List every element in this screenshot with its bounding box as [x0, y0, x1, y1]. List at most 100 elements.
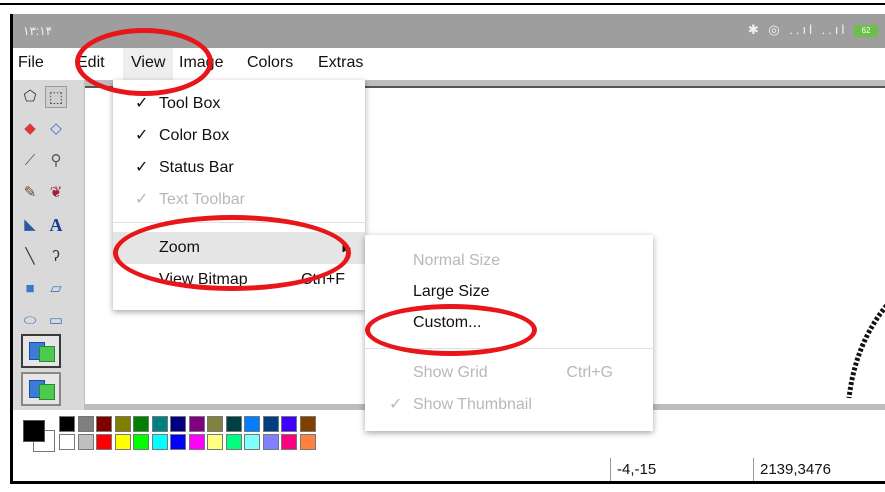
menu-item-label: Color Box [159, 127, 230, 144]
menu-item-text-toolbar: ✓ Text Toolbar [113, 184, 365, 216]
menu-item-label: Status Bar [159, 159, 234, 176]
rect-select-icon[interactable]: ⬚ [45, 86, 67, 108]
palette-swatch[interactable] [114, 416, 131, 432]
palette-swatch[interactable] [133, 416, 149, 432]
menu-item-shortcut: Ctrl+F [301, 271, 345, 288]
palette-swatch[interactable] [225, 434, 242, 450]
menu-item-label: Zoom [159, 239, 200, 256]
magnifier-icon[interactable]: ⚲ [45, 150, 67, 172]
menu-item-show-grid: Show Grid Ctrl+G [365, 357, 653, 389]
color-picker-icon[interactable]: ⟋ [19, 150, 41, 172]
palette-swatch[interactable] [96, 434, 112, 450]
menu-divider [365, 348, 653, 349]
palette-swatch[interactable] [59, 434, 75, 450]
text-icon[interactable]: A [45, 214, 67, 236]
check-icon: ✓ [135, 159, 149, 176]
menu-item-show-thumbnail: ✓ Show Thumbnail [365, 389, 653, 421]
menu-item-large-size[interactable]: Large Size [365, 276, 653, 308]
menu-item-tool-box[interactable]: ✓ Tool Box [113, 88, 365, 120]
menu-view[interactable]: View [123, 48, 174, 80]
palette-swatch[interactable] [299, 434, 316, 450]
tool-box: ⬠ ⬚ ◆ ◇ ⟋ ⚲ ✎ ❦ ◣ A ╲ ʔ ■ ▱ ⬭ ▭ [13, 80, 85, 410]
palette-swatch[interactable] [281, 416, 297, 432]
pencil-icon[interactable]: ✎ [19, 182, 41, 204]
menu-item-color-box[interactable]: ✓ Color Box [113, 120, 365, 152]
palette-swatch[interactable] [188, 434, 205, 450]
palette-swatch[interactable] [225, 416, 242, 432]
battery-icon: 62 [854, 24, 878, 37]
palette-swatch[interactable] [262, 416, 279, 432]
brush-icon[interactable]: ❦ [45, 182, 67, 204]
menu-item-view-bitmap[interactable]: View Bitmap Ctrl+F [113, 264, 365, 296]
zoom-submenu: Normal Size Large Size Custom... Show Gr… [365, 235, 653, 431]
menu-divider [113, 222, 365, 223]
cursor-position: -4,-15 [610, 458, 656, 481]
menu-file[interactable]: File [18, 54, 44, 72]
palette-swatch[interactable] [262, 434, 279, 450]
drawing-stroke [846, 303, 885, 399]
menu-extras[interactable]: Extras [318, 54, 363, 72]
menu-item-zoom[interactable]: Zoom ▶ [113, 232, 365, 264]
menu-bar: File Edit View Image Colors Extras [13, 48, 885, 80]
palette-swatch[interactable] [59, 416, 75, 432]
fill-bucket-icon[interactable]: ◇ [45, 118, 67, 140]
menu-item-label: View Bitmap [159, 271, 248, 288]
menu-item-label: Custom... [413, 314, 482, 331]
menu-item-custom[interactable]: Custom... [365, 307, 653, 339]
paint-status-bar: -4,-15 2139,3476 [13, 456, 885, 481]
menu-image[interactable]: Image [179, 54, 223, 72]
rectangle-icon[interactable]: ■ [19, 278, 41, 300]
airbrush-icon[interactable]: ◣ [19, 214, 41, 236]
palette-swatch[interactable] [170, 434, 186, 450]
view-dropdown-menu: ✓ Tool Box ✓ Color Box ✓ Status Bar ✓ Te… [113, 80, 365, 310]
submenu-arrow-icon: ▶ [342, 242, 351, 254]
check-icon: ✓ [135, 95, 149, 112]
rounded-rect-icon[interactable]: ▭ [45, 310, 67, 332]
palette-swatch[interactable] [188, 416, 205, 432]
palette-swatch[interactable] [114, 434, 131, 450]
menu-colors[interactable]: Colors [247, 54, 293, 72]
palette-swatch[interactable] [244, 434, 260, 450]
palette-swatch[interactable] [151, 416, 168, 432]
top-border [0, 0, 885, 5]
image-size: 2139,3476 [753, 458, 831, 481]
ellipse-icon[interactable]: ⬭ [19, 310, 41, 332]
menu-item-label: Show Grid [413, 364, 488, 381]
status-time: ۱۳:۱۴ [23, 24, 53, 38]
palette-swatch[interactable] [170, 416, 186, 432]
menu-item-shortcut: Ctrl+G [566, 364, 613, 381]
menu-item-label: Normal Size [413, 252, 501, 269]
palette-swatch[interactable] [133, 434, 149, 450]
free-select-icon[interactable]: ⬠ [19, 86, 41, 108]
palette-swatch[interactable] [77, 434, 94, 450]
polygon-icon[interactable]: ▱ [45, 278, 67, 300]
menu-item-normal-size: Normal Size [365, 245, 653, 277]
check-icon: ✓ [135, 127, 149, 144]
signal-icons: ✱ ◎ ..ıl ..ıl [747, 22, 848, 37]
app-window: ۱۳:۱۴ ✱ ◎ ..ıl ..ıl 62 File Edit View Im… [0, 0, 885, 492]
line-icon[interactable]: ╲ [19, 246, 41, 268]
menu-item-label: Show Thumbnail [413, 396, 532, 413]
primary-color-swatch[interactable] [23, 420, 45, 442]
check-icon: ✓ [135, 191, 149, 208]
menu-item-label: Tool Box [159, 95, 221, 112]
android-status-bar: ۱۳:۱۴ ✱ ◎ ..ıl ..ıl 62 [13, 14, 885, 48]
opaque-mode-icon[interactable] [21, 334, 61, 368]
curve-icon[interactable]: ʔ [45, 246, 67, 268]
eraser-icon[interactable]: ◆ [19, 118, 41, 140]
menu-edit[interactable]: Edit [77, 54, 105, 72]
check-icon: ✓ [389, 396, 403, 413]
palette-swatch[interactable] [299, 416, 316, 432]
palette-swatch[interactable] [207, 434, 223, 450]
palette-swatch[interactable] [77, 416, 94, 432]
transparent-mode-icon[interactable] [21, 372, 61, 406]
palette-swatch[interactable] [281, 434, 297, 450]
phone-screen: ۱۳:۱۴ ✱ ◎ ..ıl ..ıl 62 File Edit View Im… [10, 14, 885, 484]
menu-item-label: Large Size [413, 283, 490, 300]
menu-item-status-bar[interactable]: ✓ Status Bar [113, 152, 365, 184]
palette-swatch[interactable] [151, 434, 168, 450]
palette-swatch[interactable] [244, 416, 260, 432]
menu-item-label: Text Toolbar [159, 191, 245, 208]
palette-swatch[interactable] [96, 416, 112, 432]
palette-swatch[interactable] [207, 416, 223, 432]
